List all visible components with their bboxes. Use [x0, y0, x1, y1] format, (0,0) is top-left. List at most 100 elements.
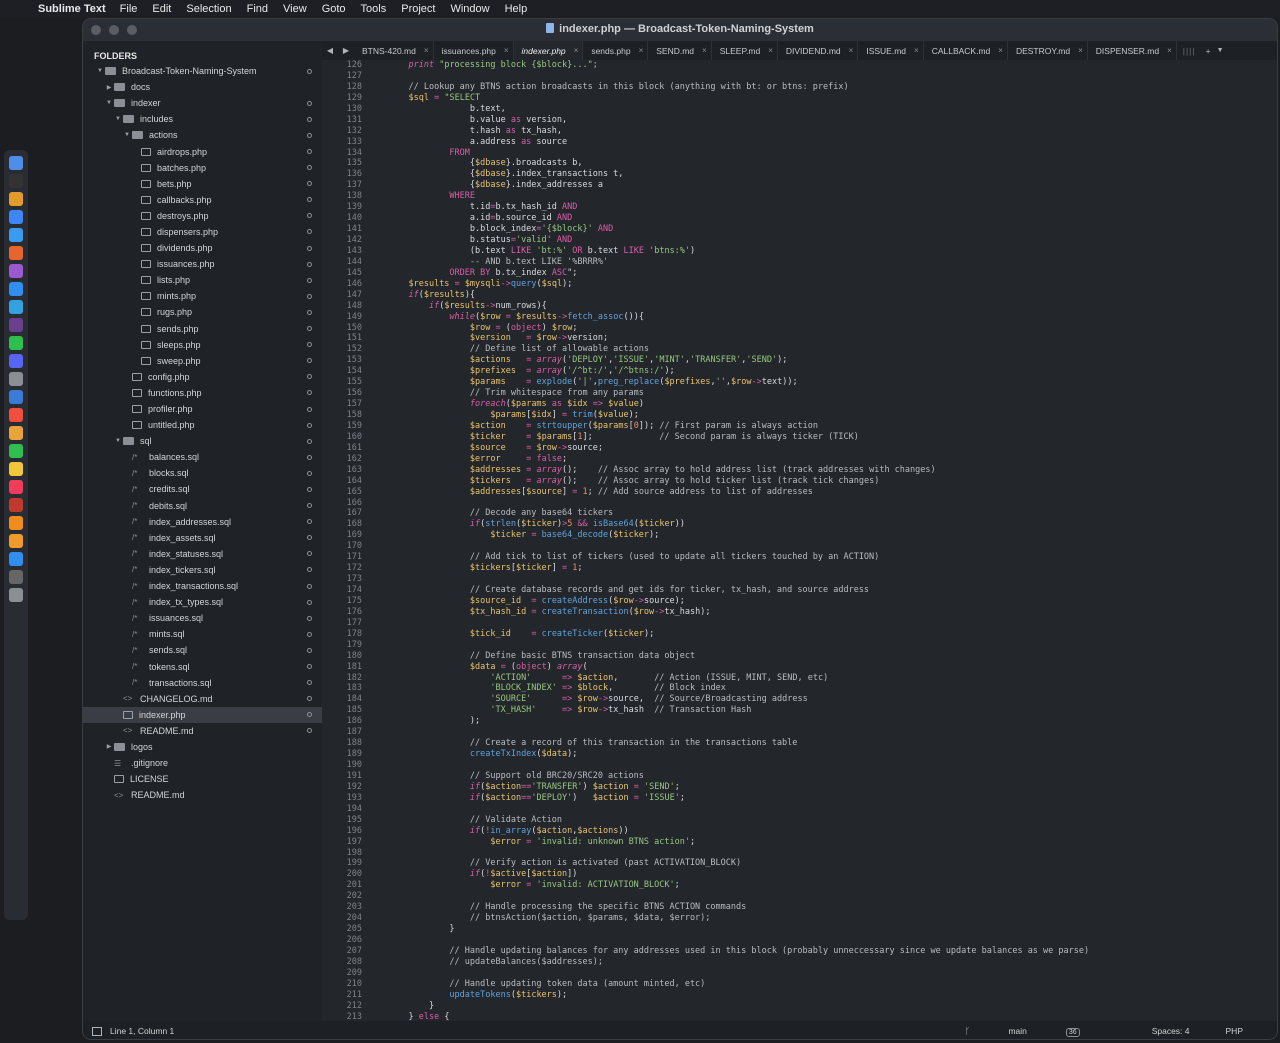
chrome-icon[interactable]: [9, 210, 23, 224]
tree-item[interactable]: /* credits.sql: [83, 481, 322, 497]
music-icon[interactable]: [9, 480, 23, 494]
code-line[interactable]: [388, 935, 1089, 946]
new-tab-icon[interactable]: +: [1206, 46, 1211, 56]
code-line[interactable]: // Lookup any BTNS action broadcasts in …: [388, 82, 1089, 93]
code-line[interactable]: [388, 618, 1089, 629]
code-line[interactable]: $params = explode('|',preg_replace($pref…: [388, 377, 1089, 388]
code-line[interactable]: [388, 640, 1089, 651]
disclosure-open-icon[interactable]: ▼: [113, 438, 123, 444]
code-line[interactable]: t.hash as tx_hash,: [388, 126, 1089, 137]
messages-icon[interactable]: [9, 336, 23, 350]
editor-tab[interactable]: indexer.php ×: [513, 41, 584, 60]
code-line[interactable]: [388, 968, 1089, 979]
code-line[interactable]: $params[$idx] = trim($value);: [388, 410, 1089, 421]
code-line[interactable]: [388, 891, 1089, 902]
code-line[interactable]: foreach($params as $idx => $value): [388, 399, 1089, 410]
editor-tab[interactable]: SLEEP.md ×: [712, 41, 778, 60]
cursor-position[interactable]: Line 1, Column 1: [110, 1026, 174, 1036]
firefox-icon[interactable]: [9, 246, 23, 260]
code-line[interactable]: $prefixes = array('/^bt:/','/^btns:/');: [388, 366, 1089, 377]
tree-item[interactable]: /* index_tx_types.sql: [83, 594, 322, 610]
code-line[interactable]: t.id=b.tx_hash_id AND: [388, 202, 1089, 213]
tab-prev-icon[interactable]: ◀: [327, 46, 333, 55]
code-line[interactable]: [388, 71, 1089, 82]
code-line[interactable]: [388, 541, 1089, 552]
tree-item[interactable]: ☰ .gitignore: [83, 755, 322, 771]
code-line[interactable]: } else {: [388, 1012, 1089, 1021]
code-line[interactable]: [388, 848, 1089, 859]
menu-help[interactable]: Help: [505, 3, 528, 15]
tree-item[interactable]: /* balances.sql: [83, 449, 322, 465]
code-line[interactable]: -- AND b.text LIKE '%BRRR%': [388, 257, 1089, 268]
tree-item[interactable]: /* blocks.sql: [83, 465, 322, 481]
code-line[interactable]: {$dbase}.index_addresses a: [388, 180, 1089, 191]
close-tab-icon[interactable]: ×: [702, 46, 707, 55]
safari-icon[interactable]: [9, 282, 23, 296]
tree-item[interactable]: ▶ docs: [83, 79, 322, 95]
code-line[interactable]: $row = (object) $row;: [388, 323, 1089, 334]
code-area[interactable]: print "processing block {$block}..."; //…: [388, 60, 1089, 1021]
disclosure-open-icon[interactable]: ▼: [95, 68, 105, 74]
close-tab-icon[interactable]: ×: [1078, 46, 1083, 55]
tree-item[interactable]: /* debits.sql: [83, 498, 322, 514]
code-editor[interactable]: 126 127 128 129 130 131 132 133 134 135 136 137 138 1…: [322, 60, 1277, 1021]
code-line[interactable]: FROM: [388, 148, 1089, 159]
close-tab-icon[interactable]: ×: [1167, 46, 1172, 55]
code-line[interactable]: // Handle processing the specific BTNS A…: [388, 902, 1089, 913]
editor-tab[interactable]: sends.php ×: [583, 41, 649, 60]
close-tab-icon[interactable]: ×: [574, 46, 579, 55]
tree-item[interactable]: dividends.php: [83, 240, 322, 256]
tree-item[interactable]: rugs.php: [83, 304, 322, 320]
code-line[interactable]: createTxIndex($data);: [388, 749, 1089, 760]
trash-icon[interactable]: [9, 588, 23, 602]
facetime-icon[interactable]: [9, 444, 23, 458]
tree-item[interactable]: issuances.php: [83, 256, 322, 272]
editor-tab[interactable]: DIVIDEND.md ×: [778, 41, 859, 60]
code-line[interactable]: $data = (object) array(: [388, 662, 1089, 673]
code-line[interactable]: // Create database records and get ids f…: [388, 585, 1089, 596]
editor-tab[interactable]: issuances.php ×: [434, 41, 514, 60]
code-line[interactable]: $error = 'invalid: unknown BTNS action';: [388, 837, 1089, 848]
tree-item[interactable]: sleeps.php: [83, 337, 322, 353]
code-line[interactable]: $results = $mysqli->query($sql);: [388, 279, 1089, 290]
code-line[interactable]: // Create a record of this transaction i…: [388, 738, 1089, 749]
tree-item[interactable]: /* mints.sql: [83, 626, 322, 642]
pages-icon[interactable]: [9, 534, 23, 548]
code-line[interactable]: [388, 760, 1089, 771]
tree-item[interactable]: ▶ logos: [83, 739, 322, 755]
tree-item[interactable]: LICENSE: [83, 771, 322, 787]
filezilla-icon[interactable]: [9, 498, 23, 512]
code-line[interactable]: // Decode any base64 tickers: [388, 508, 1089, 519]
code-line[interactable]: // Trim whitespace from any params: [388, 388, 1089, 399]
code-line[interactable]: {$dbase}.broadcasts b,: [388, 158, 1089, 169]
tree-item[interactable]: <> README.md: [83, 787, 322, 803]
code-line[interactable]: $source = $row->source;: [388, 443, 1089, 454]
code-line[interactable]: {$dbase}.index_transactions t,: [388, 169, 1089, 180]
tree-item[interactable]: ▼ includes: [83, 111, 322, 127]
app-menu[interactable]: Sublime Text: [38, 3, 106, 15]
code-line[interactable]: // Handle updating token data (amount mi…: [388, 979, 1089, 990]
code-line[interactable]: $ticker = base64_decode($ticker);: [388, 530, 1089, 541]
disclosure-closed-icon[interactable]: ▶: [104, 84, 114, 91]
tree-item[interactable]: indexer.php: [83, 706, 322, 723]
code-line[interactable]: $actions = array('DEPLOY','ISSUE','MINT'…: [388, 355, 1089, 366]
code-line[interactable]: 'BLOCK_INDEX' => $block, // Block index: [388, 683, 1089, 694]
code-line[interactable]: while($row = $results->fetch_assoc()){: [388, 312, 1089, 323]
close-tab-icon[interactable]: ×: [504, 46, 509, 55]
tree-item[interactable]: untitled.php: [83, 417, 322, 433]
tree-item[interactable]: config.php: [83, 369, 322, 385]
code-line[interactable]: $ticker = $params[1]; // Second param is…: [388, 432, 1089, 443]
code-line[interactable]: $error = 'invalid: ACTIVATION_BLOCK';: [388, 880, 1089, 891]
tree-item[interactable]: sweep.php: [83, 353, 322, 369]
code-line[interactable]: $tx_hash_id = createTransaction($row->tx…: [388, 607, 1089, 618]
code-line[interactable]: // Add tick to list of tickers (used to …: [388, 552, 1089, 563]
tree-item[interactable]: functions.php: [83, 385, 322, 401]
mail-icon[interactable]: [9, 228, 23, 242]
tab-next-icon[interactable]: ▶: [343, 46, 349, 55]
code-line[interactable]: WHERE: [388, 191, 1089, 202]
tree-item[interactable]: ▼ Broadcast-Token-Naming-System: [83, 63, 322, 79]
telegram-icon[interactable]: [9, 300, 23, 314]
tree-item[interactable]: ▼ sql: [83, 433, 322, 449]
code-line[interactable]: if($results){: [388, 290, 1089, 301]
tree-item[interactable]: dispensers.php: [83, 224, 322, 240]
